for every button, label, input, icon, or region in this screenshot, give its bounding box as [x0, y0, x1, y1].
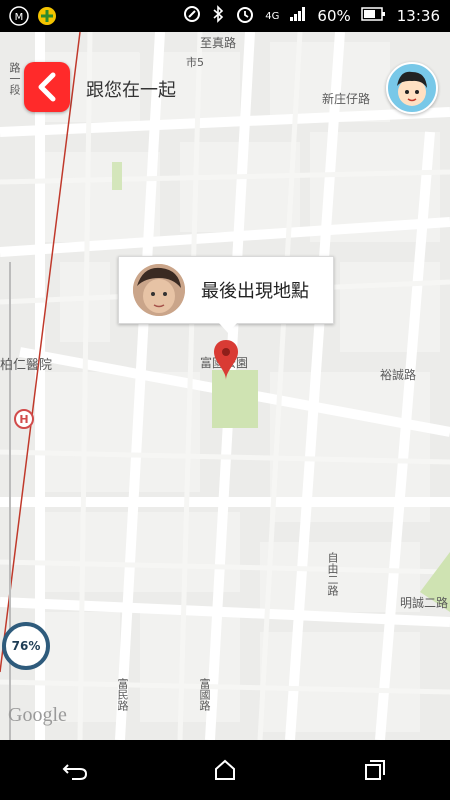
- avatar-face-icon: [397, 71, 427, 106]
- location-marker-icon[interactable]: [212, 338, 240, 382]
- plus-app-icon: [36, 5, 58, 27]
- nav-home-button[interactable]: [205, 750, 245, 790]
- bluetooth-icon: [211, 5, 225, 27]
- network-type: 4G: [265, 10, 280, 22]
- child-face-icon: [133, 264, 185, 316]
- svg-text:M: M: [15, 12, 24, 23]
- chevron-left-icon: [38, 72, 56, 102]
- road-label-mingcheng: 明誠二路: [400, 596, 449, 610]
- back-button[interactable]: [24, 62, 70, 112]
- status-right: 4G 60% 13:36: [183, 0, 440, 32]
- battery-percent: 60%: [317, 7, 351, 25]
- road-label-left: 路一段: [8, 62, 21, 95]
- road-label-shi5: 市5: [186, 56, 204, 69]
- map-view[interactable]: 至真路 市5 新庄仔路 柏仁醫院 H 富國公園 裕誠路 明誠二路 自由二路 富國…: [0, 32, 450, 740]
- system-nav-bar: [0, 740, 450, 800]
- clock: 13:36: [396, 7, 440, 25]
- road-label-fumin: 富民路: [116, 678, 129, 711]
- child-avatar: [133, 264, 185, 316]
- page-title: 跟您在一起: [86, 80, 176, 101]
- hospital-icon: H: [14, 409, 34, 429]
- battery-icon: [361, 6, 387, 26]
- road-label-fuguo: 富國路: [198, 678, 211, 711]
- user-avatar[interactable]: [386, 62, 438, 114]
- m-app-icon: M: [8, 5, 30, 27]
- last-location-text: 最後出現地點: [201, 281, 309, 302]
- poi-hospital-label: 柏仁醫院: [0, 358, 53, 373]
- road-label-xinzhuang: 新庄仔路: [322, 92, 371, 106]
- device-battery-badge: 76%: [2, 622, 50, 670]
- road-label-yucheng: 裕誠路: [380, 368, 417, 382]
- road-label-zishan: 自由二路: [326, 552, 339, 596]
- status-left-icons: M: [0, 5, 58, 27]
- road-label-zhizhen: 至真路: [200, 36, 237, 50]
- status-bar: M 4G 60% 13:36: [0, 0, 450, 32]
- nfc-icon: [183, 5, 201, 27]
- google-attribution: Google: [8, 704, 67, 726]
- last-location-bubble[interactable]: 最後出現地點: [118, 256, 334, 333]
- alarm-icon: [235, 4, 255, 28]
- nav-back-button[interactable]: [55, 750, 95, 790]
- home-icon: [215, 759, 235, 780]
- recents-icon: [365, 760, 385, 780]
- nav-recents-button[interactable]: [355, 750, 395, 790]
- signal-icon: [289, 6, 307, 26]
- map-streets: [0, 32, 450, 740]
- back-icon: [62, 764, 88, 780]
